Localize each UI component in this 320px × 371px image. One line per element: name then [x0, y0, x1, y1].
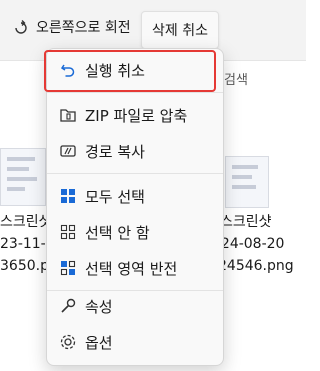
tooltip: 삭제 취소	[141, 11, 219, 49]
menu-item-options[interactable]: 옵션	[51, 325, 219, 359]
menu-item-label: 선택 안 함	[85, 223, 150, 242]
rotate-right-icon	[15, 20, 27, 34]
menu-item-label: 선택 영역 반전	[85, 259, 178, 278]
select-all-icon	[59, 187, 77, 205]
options-icon	[59, 333, 77, 351]
menu-item-select-none[interactable]: 선택 안 함	[51, 215, 219, 249]
menu-item-copy-path[interactable]: 경로 복사	[51, 134, 219, 168]
menu-divider	[47, 92, 223, 93]
undo-icon	[59, 61, 77, 79]
menu-item-compress-zip[interactable]: ZIP 파일로 압축	[51, 98, 219, 132]
menu-item-label: 실행 취소	[85, 61, 145, 80]
invert-selection-icon	[59, 259, 77, 277]
menu-item-label: ZIP 파일로 압축	[85, 106, 188, 125]
file-name-line[interactable]: 24546.png	[218, 254, 294, 278]
file-thumbnail[interactable]	[0, 148, 46, 206]
menu-item-select-all[interactable]: 모두 선택	[51, 179, 219, 213]
menu-divider	[47, 173, 223, 174]
context-menu: 실행 취소 ZIP 파일로 압축 경로 복사 모두 선택 선택 안 함 선택 영…	[46, 48, 224, 366]
file-thumbnail[interactable]	[225, 156, 269, 208]
copy-path-icon	[59, 142, 77, 160]
menu-item-label: 속성	[85, 297, 113, 316]
menu-item-label: 경로 복사	[85, 142, 145, 161]
file-name-line[interactable]: 스크린샷	[0, 210, 52, 234]
select-none-icon	[59, 223, 77, 241]
file-name-line[interactable]: 스크린샷	[220, 210, 272, 234]
menu-item-invert-selection[interactable]: 선택 영역 반전	[51, 251, 219, 285]
rotate-right-label: 오른쪽으로 회전	[36, 20, 131, 36]
rotate-right-button[interactable]: 오른쪽으로 회전	[12, 14, 131, 40]
tooltip-text: 삭제 취소	[152, 23, 208, 39]
properties-icon	[59, 297, 77, 315]
zip-icon	[59, 106, 77, 124]
menu-item-undo[interactable]: 실행 취소	[51, 53, 219, 87]
menu-item-label: 옵션	[85, 333, 113, 352]
menu-item-properties[interactable]: 속성	[51, 289, 219, 323]
menu-item-label: 모두 선택	[85, 187, 145, 206]
